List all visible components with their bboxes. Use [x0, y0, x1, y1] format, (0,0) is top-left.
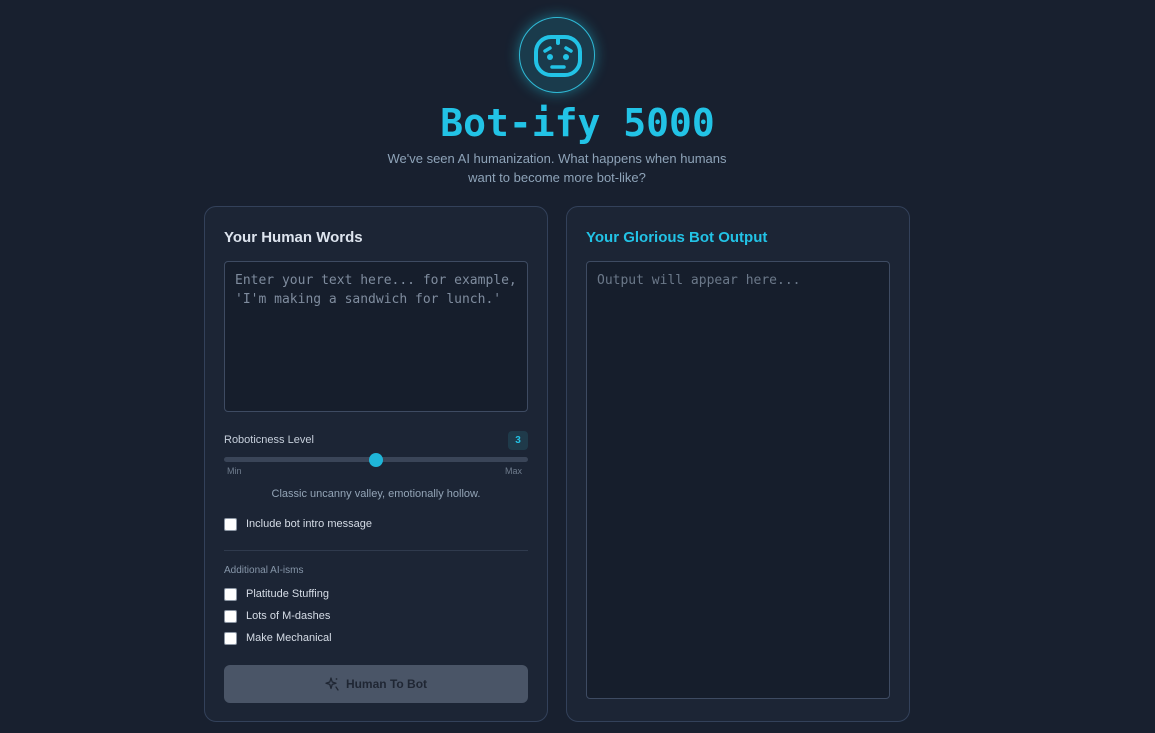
intro-message-checkbox[interactable] [224, 517, 237, 531]
input-card-title: Your Human Words [224, 229, 363, 246]
m-dashes-label: Lots of M-dashes [246, 610, 331, 622]
ai-isms-section-label: Additional AI-isms [224, 565, 304, 576]
m-dashes-checkbox[interactable] [224, 609, 237, 623]
roboticness-slider[interactable] [224, 453, 528, 467]
divider [224, 550, 528, 551]
platitude-stuffing-label: Platitude Stuffing [246, 588, 329, 600]
make-mechanical-checkbox[interactable] [224, 631, 237, 645]
roboticness-value-badge: 3 [508, 431, 528, 450]
platitude-stuffing-option[interactable]: Platitude Stuffing [224, 587, 329, 601]
logo [519, 17, 595, 93]
bot-output-area[interactable]: Output will appear here... [586, 261, 890, 699]
page-subtitle: We've seen AI humanization. What happens… [387, 151, 727, 185]
platitude-stuffing-checkbox[interactable] [224, 587, 237, 601]
human-to-bot-button[interactable]: Human To Bot [224, 665, 528, 703]
input-card: Your Human Words Roboticness Level 3 Min… [204, 206, 548, 722]
slider-thumb[interactable] [369, 453, 383, 467]
slider-min-label: Min [227, 466, 242, 476]
roboticness-label: Roboticness Level [224, 434, 314, 446]
output-card-title: Your Glorious Bot Output [586, 229, 768, 246]
page-title: Bot-ify 5000 [440, 101, 715, 145]
roboticness-description: Classic uncanny valley, emotionally holl… [271, 488, 481, 500]
output-card: Your Glorious Bot Output Output will app… [566, 206, 910, 722]
robot-face-icon [534, 35, 582, 77]
slider-max-label: Max [505, 466, 523, 476]
m-dashes-option[interactable]: Lots of M-dashes [224, 609, 330, 623]
make-mechanical-option[interactable]: Make Mechanical [224, 631, 332, 645]
human-text-input[interactable] [224, 261, 528, 412]
intro-message-option[interactable]: Include bot intro message [224, 517, 372, 531]
make-mechanical-label: Make Mechanical [246, 632, 332, 644]
human-to-bot-label: Human To Bot [345, 677, 428, 691]
intro-message-label: Include bot intro message [246, 518, 372, 530]
sparkle-icon [325, 677, 339, 691]
